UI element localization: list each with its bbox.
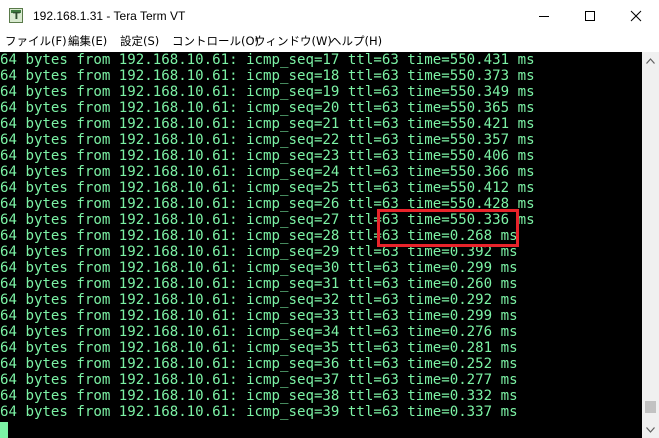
terminal-line: 64 bytes from 192.168.10.61: icmp_seq=38… [0,388,518,404]
terminal-line: 64 bytes from 192.168.10.61: icmp_seq=36… [0,356,518,372]
close-button[interactable] [613,0,659,32]
terminal-line: 64 bytes from 192.168.10.61: icmp_seq=34… [0,324,518,340]
terminal-line: 64 bytes from 192.168.10.61: icmp_seq=19… [0,84,535,100]
menu-edit[interactable]: 編集(E) [68,33,107,50]
scrollbar-thumb[interactable] [645,401,656,413]
scroll-down-arrow-icon [646,426,655,433]
minimize-button[interactable] [521,0,567,32]
terminal-line: 64 bytes from 192.168.10.61: icmp_seq=33… [0,308,518,324]
terminal-line: 64 bytes from 192.168.10.61: icmp_seq=18… [0,68,535,84]
scroll-up-button[interactable] [642,52,659,69]
terminal-line: 64 bytes from 192.168.10.61: icmp_seq=30… [0,260,518,276]
terminal-line: 64 bytes from 192.168.10.61: icmp_seq=35… [0,340,518,356]
menu-file[interactable]: ファイル(F) [5,33,67,50]
terminal-line: 64 bytes from 192.168.10.61: icmp_seq=21… [0,116,535,132]
terminal-line: 64 bytes from 192.168.10.61: icmp_seq=24… [0,164,535,180]
menu-help[interactable]: ヘルプ(H) [330,33,382,50]
scroll-down-button[interactable] [642,421,659,438]
menu-bar: ファイル(F) 編集(E) 設定(S) コントロール(O) ウィンドウ(W) ヘ… [0,32,659,51]
menu-setup[interactable]: 設定(S) [120,33,159,50]
terminal-line: 64 bytes from 192.168.10.61: icmp_seq=20… [0,100,535,116]
terminal-line: 64 bytes from 192.168.10.61: icmp_seq=22… [0,132,535,148]
menu-control[interactable]: コントロール(O) [172,33,259,50]
terminal-line: 64 bytes from 192.168.10.61: icmp_seq=31… [0,276,518,292]
menu-window[interactable]: ウィンドウ(W) [254,33,332,50]
terminal-line: 64 bytes from 192.168.10.61: icmp_seq=17… [0,52,535,68]
terminal-line: 64 bytes from 192.168.10.61: icmp_seq=39… [0,404,518,420]
tera-term-icon[interactable]: T [9,8,23,23]
highlight-box [377,209,519,247]
terminal-line: 64 bytes from 192.168.10.61: icmp_seq=25… [0,180,535,196]
minimize-icon [539,16,549,17]
terminal-line: 64 bytes from 192.168.10.61: icmp_seq=37… [0,372,518,388]
terminal-line: 64 bytes from 192.168.10.61: icmp_seq=23… [0,148,535,164]
terminal-cursor [0,422,8,438]
terminal-line: 64 bytes from 192.168.10.61: icmp_seq=32… [0,292,518,308]
scroll-up-arrow-icon [646,57,655,64]
terminal-screen[interactable]: 64 bytes from 192.168.10.61: icmp_seq=17… [0,52,642,438]
window-title: 192.168.1.31 - Tera Term VT [33,9,186,23]
vertical-scrollbar[interactable] [642,52,659,438]
maximize-button[interactable] [567,0,613,32]
maximize-icon [585,11,595,21]
close-icon [630,10,642,22]
app-icon-letter: T [13,11,20,22]
title-bar[interactable]: T 192.168.1.31 - Tera Term VT [0,0,659,32]
tera-term-window: T 192.168.1.31 - Tera Term VT ファイル(F) 編集… [0,0,659,438]
